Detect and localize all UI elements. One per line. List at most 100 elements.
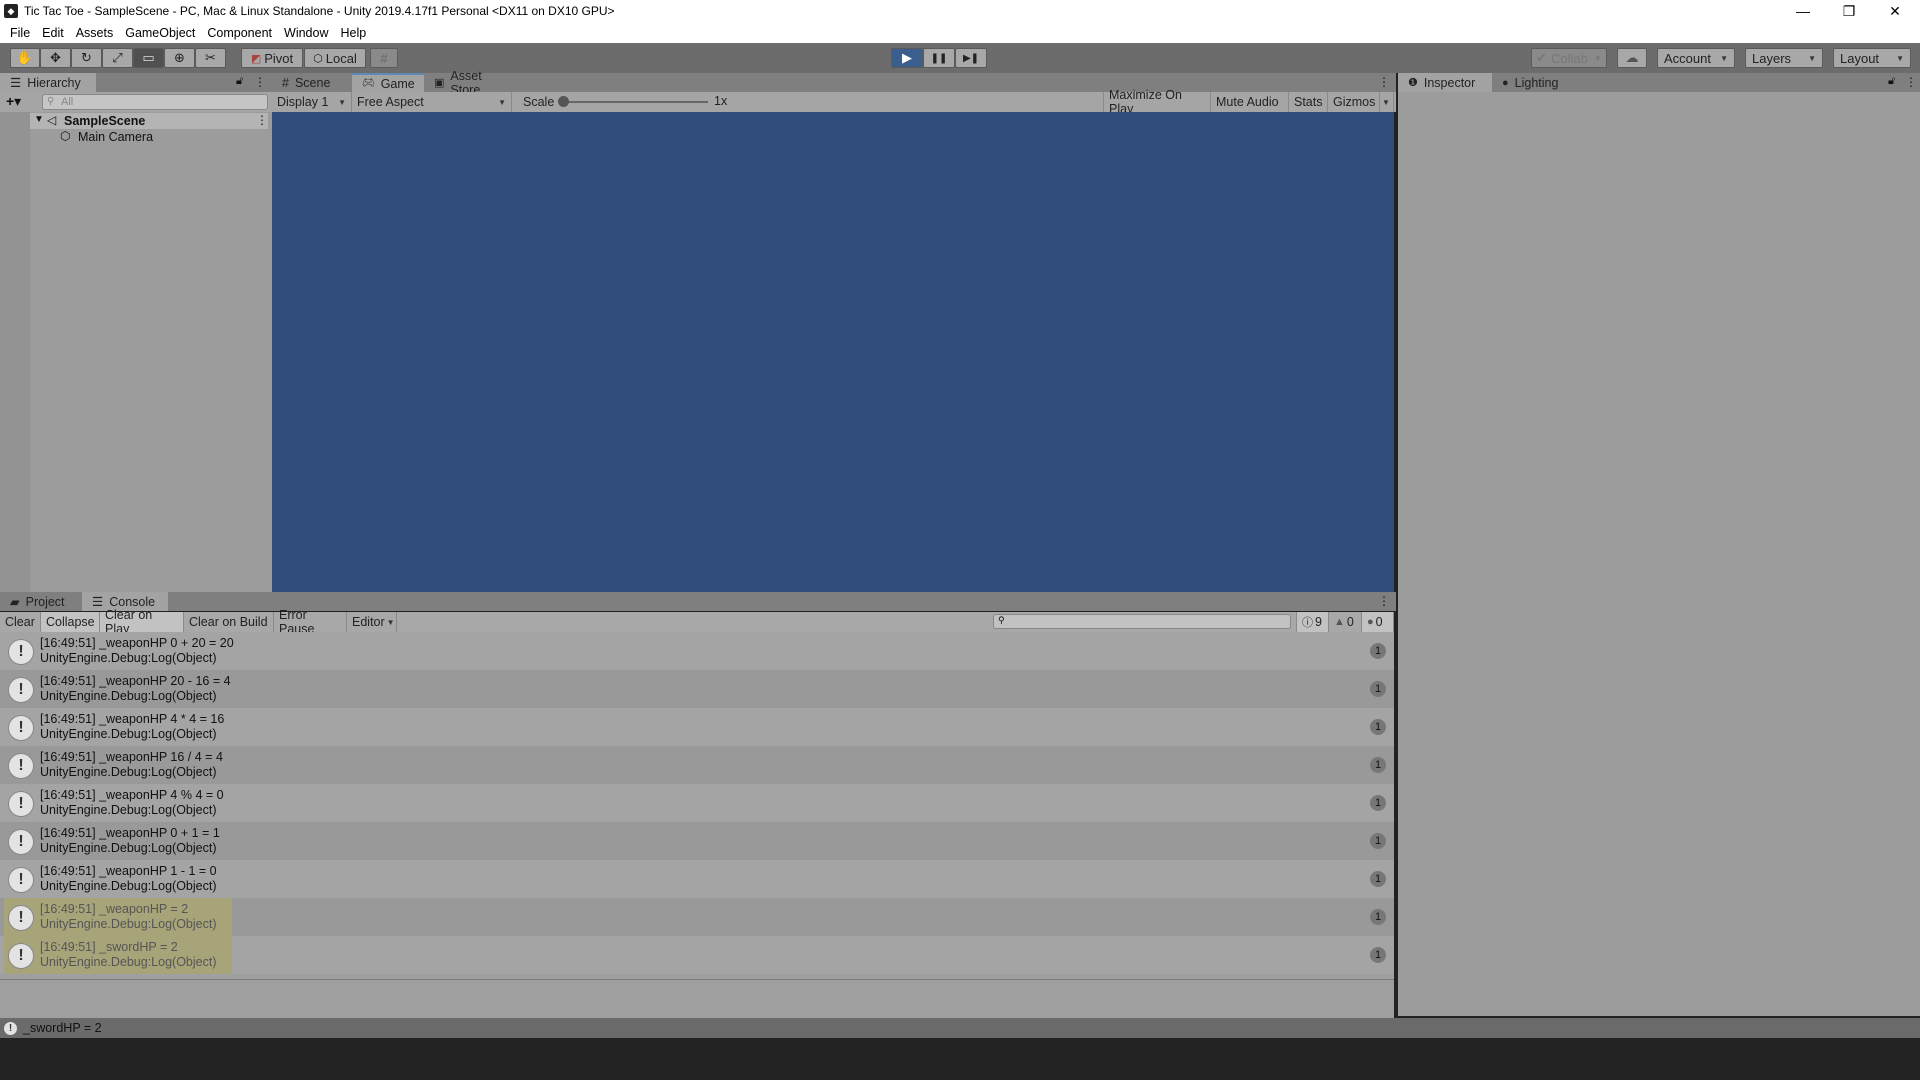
error-pause-toggle[interactable]: Error Pause (274, 608, 347, 636)
chevron-down-icon: ▼ (1808, 53, 1816, 63)
log-entry[interactable]: ! [16:49:51] _weaponHP 16 / 4 = 4 UnityEng… (0, 746, 1394, 784)
menu-assets[interactable]: Assets (70, 26, 120, 40)
clear-on-play-toggle[interactable]: Clear on Play (100, 608, 184, 636)
bulb-icon: ● (1502, 76, 1509, 89)
scale-slider-handle[interactable] (558, 96, 569, 107)
collapse-toggle[interactable]: Collapse (41, 612, 100, 632)
layers-dropdown[interactable]: Layers ▼ (1745, 48, 1823, 68)
check-icon: ✔ (1536, 50, 1548, 65)
expand-arrow-icon[interactable]: ▼ (34, 114, 44, 125)
menu-edit[interactable]: Edit (36, 26, 70, 40)
pivot-toggle[interactable]: ◩ Pivot (241, 48, 303, 68)
tab-label: Game (380, 76, 415, 91)
tab-project[interactable]: ▰ Project (0, 592, 82, 611)
rect-tool-button[interactable]: ▭ (133, 48, 164, 68)
layout-dropdown[interactable]: Layout ▼ (1833, 48, 1911, 68)
more-options-icon[interactable]: ⋮ (1905, 75, 1917, 89)
step-button[interactable]: ▶❚ (955, 48, 987, 68)
tab-asset-store[interactable]: ▣ Asset Store (424, 69, 520, 97)
stats-toggle[interactable]: Stats (1289, 92, 1328, 112)
hierarchy-item[interactable]: ⬡ Main Camera (60, 129, 260, 145)
log-count-badge: 1 (1370, 795, 1386, 811)
log-message: [16:49:51] _swordHP = 2 (40, 940, 178, 954)
minimize-button[interactable]: — (1780, 0, 1826, 22)
mute-audio-toggle[interactable]: Mute Audio (1211, 92, 1289, 112)
hierarchy-tabbar: ☰ Hierarchy 🔓︎ ⋮ (0, 73, 272, 92)
pause-icon: ❚❚ (930, 52, 948, 64)
more-options-icon[interactable]: ⋮ (1378, 594, 1390, 608)
rotate-icon: ↻ (81, 50, 92, 65)
cloud-button[interactable]: ☁ (1617, 48, 1647, 68)
log-entry[interactable]: ! [16:49:51] _weaponHP 0 + 1 = 1 UnityEngi… (0, 822, 1394, 860)
game-view[interactable] (272, 112, 1394, 592)
log-stacktrace: UnityEngine.Debug:Log(Object) (40, 651, 217, 665)
hand-tool-button[interactable]: ✋ (10, 48, 40, 68)
account-dropdown[interactable]: Account ▼ (1657, 48, 1735, 68)
log-entry[interactable]: ! [16:49:51] _weaponHP 0 + 20 = 20 UnityEn… (0, 632, 1394, 670)
grid-snap-button[interactable]: # (370, 48, 398, 68)
tab-hierarchy[interactable]: ☰ Hierarchy (0, 73, 96, 92)
log-entry-highlighted[interactable]: ! [16:49:51] _weaponHP = 2 UnityEngine.Deb… (0, 898, 1394, 936)
warning-filter-toggle[interactable]: ▲ 0 (1329, 612, 1362, 632)
tab-inspector[interactable]: ❶ Inspector (1398, 73, 1492, 92)
close-button[interactable]: ✕ (1872, 0, 1918, 22)
chevron-down-icon: ▼ (1382, 97, 1390, 107)
bag-icon: ▣ (434, 77, 445, 89)
hierarchy-search-input[interactable]: ⚲ All (42, 94, 268, 110)
scale-slider-track[interactable] (562, 101, 708, 103)
status-bar[interactable]: ! _swordHP = 2 (0, 1018, 1920, 1038)
collab-dropdown[interactable]: ✔ Collab ▼ (1531, 48, 1607, 68)
more-options-icon[interactable]: ⋮ (1378, 75, 1390, 89)
restore-button[interactable]: ❐ (1826, 0, 1872, 22)
chevron-down-icon: ▼ (338, 97, 346, 107)
gizmos-toggle[interactable]: Gizmos (1328, 92, 1380, 112)
window-title: Tic Tac Toe - SampleScene - PC, Mac & Li… (24, 4, 615, 18)
gameobject-cube-icon: ⬡ (60, 129, 71, 143)
play-icon: ▶ (902, 50, 912, 65)
hierarchy-scene-row[interactable]: ▼ ◁ SampleScene ⋮ (30, 113, 268, 129)
log-entry[interactable]: ! [16:49:51] _weaponHP 4 % 4 = 0 UnityEngi… (0, 784, 1394, 822)
rotate-tool-button[interactable]: ↻ (71, 48, 102, 68)
display-dropdown[interactable]: Display 1 ▼ (272, 92, 352, 112)
menu-component[interactable]: Component (201, 26, 278, 40)
local-toggle[interactable]: ⬡ Local (304, 48, 366, 68)
aspect-dropdown[interactable]: Free Aspect ▼ (352, 92, 512, 112)
editor-dropdown[interactable]: Editor ▼ (347, 612, 397, 632)
error-count: 0 (1375, 615, 1383, 629)
log-count-badge: 1 (1370, 833, 1386, 849)
lock-icon[interactable]: 🔓︎ (1888, 75, 1895, 88)
info-filter-toggle[interactable]: ⓘ 9 (1296, 612, 1329, 632)
clear-button[interactable]: Clear (0, 612, 41, 632)
transform-tool-button[interactable]: ⊕ (164, 48, 195, 68)
scale-tool-button[interactable]: ⤢ (102, 48, 133, 68)
error-filter-toggle[interactable]: ● 0 (1362, 612, 1394, 632)
tab-game[interactable]: 🎮︎ Game (352, 73, 424, 92)
more-options-icon[interactable]: ⋮ (254, 75, 266, 89)
tab-scene[interactable]: # Scene (272, 73, 352, 92)
custom-tool-button[interactable]: ✂ (195, 48, 226, 68)
pause-button[interactable]: ❚❚ (923, 48, 955, 68)
log-entry-highlighted[interactable]: ! [16:49:51] _swordHP = 2 UnityEngine.Debu… (0, 936, 1394, 974)
menu-help[interactable]: Help (334, 26, 372, 40)
log-entry[interactable]: ! [16:49:51] _weaponHP 20 - 16 = 4 UnityEn… (0, 670, 1394, 708)
menu-window[interactable]: Window (278, 26, 334, 40)
hierarchy-gutter (0, 112, 30, 592)
log-entry[interactable]: ! [16:49:51] _weaponHP 1 - 1 = 0 UnityEngi… (0, 860, 1394, 898)
add-button[interactable]: +▾ (6, 93, 21, 110)
scene-options-icon[interactable]: ⋮ (256, 113, 268, 127)
chevron-down-icon: ▼ (1720, 53, 1728, 63)
tab-lighting[interactable]: ● Lighting (1492, 73, 1582, 92)
menu-file[interactable]: File (4, 26, 36, 40)
log-stacktrace: UnityEngine.Debug:Log(Object) (40, 841, 217, 855)
menu-gameobject[interactable]: GameObject (119, 26, 201, 40)
lock-icon[interactable]: 🔓︎ (236, 75, 243, 88)
maximize-on-play-toggle[interactable]: Maximize On Play (1104, 88, 1211, 116)
unity-scene-icon: ◁ (47, 113, 57, 127)
log-entry[interactable]: ! [16:49:51] _weaponHP 4 * 4 = 16 UnityEng… (0, 708, 1394, 746)
menu-bar: File Edit Assets GameObject Component Wi… (0, 22, 1920, 43)
play-button[interactable]: ▶ (891, 48, 923, 68)
console-search-input[interactable]: ⚲ (993, 614, 1291, 629)
move-tool-button[interactable]: ✥ (40, 48, 71, 68)
gizmos-dropdown[interactable]: ▼ (1380, 92, 1394, 112)
clear-on-build-toggle[interactable]: Clear on Build (184, 612, 274, 632)
